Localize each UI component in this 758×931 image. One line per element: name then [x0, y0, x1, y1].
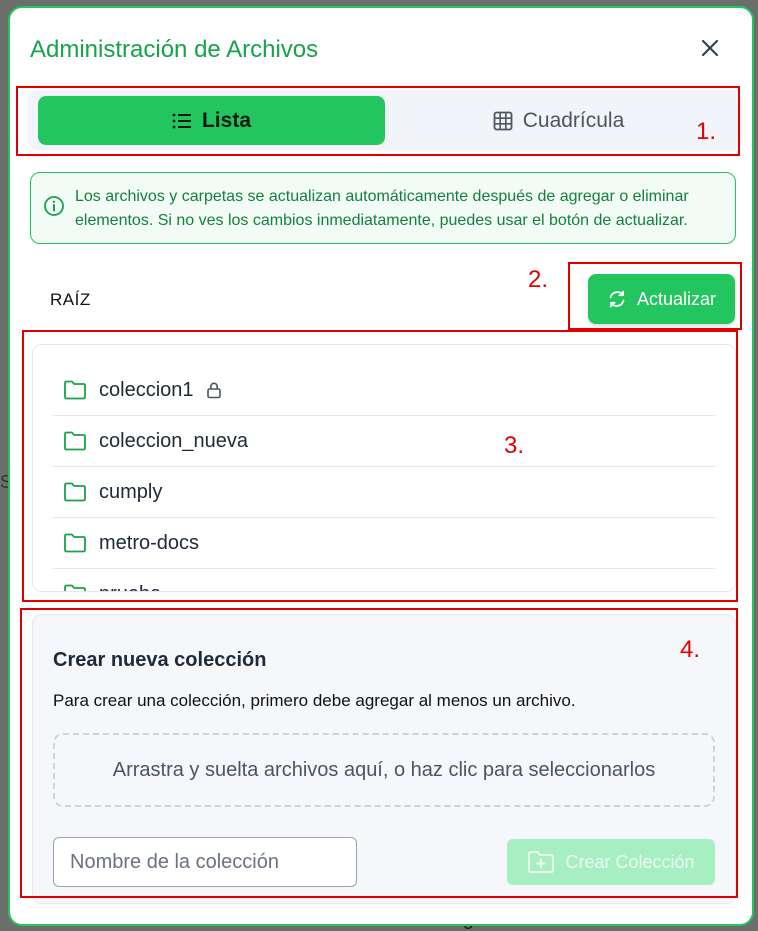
- folder-plus-icon: [528, 851, 555, 873]
- annotation-label: 4.: [680, 636, 701, 663]
- folder-icon: [64, 431, 86, 451]
- view-toggle: Lista Cuadrícula: [28, 90, 742, 150]
- list-item[interactable]: cumply: [53, 467, 715, 518]
- grid-view-button[interactable]: Cuadrícula: [385, 96, 732, 145]
- folder-icon: [64, 584, 86, 591]
- list-view-label: Lista: [201, 108, 251, 132]
- list-icon: [172, 113, 191, 128]
- create-collection-label: Crear Colección: [565, 851, 695, 872]
- refresh-button[interactable]: Actualizar: [588, 274, 735, 324]
- breadcrumb[interactable]: RAÍZ: [50, 290, 91, 310]
- refresh-label: Actualizar: [636, 288, 717, 309]
- folder-name: coleccion1: [99, 378, 194, 401]
- folder-name: cumply: [99, 480, 163, 503]
- list-item[interactable]: coleccion1: [53, 365, 715, 416]
- create-collection-description: Para crear una colección, primero debe a…: [53, 691, 576, 710]
- create-collection-button[interactable]: Crear Colección: [507, 839, 715, 885]
- list-item[interactable]: coleccion_nueva: [53, 416, 715, 467]
- modal-title: Administración de Archivos: [30, 36, 319, 63]
- list-item[interactable]: prueba: [53, 569, 715, 592]
- annotation-label: 3.: [504, 432, 525, 459]
- create-collection-panel: Crear nueva colección Para crear una col…: [32, 614, 736, 904]
- refresh-icon: [609, 290, 625, 308]
- folder-name: metro-docs: [99, 531, 200, 554]
- create-collection-title: Crear nueva colección: [53, 649, 267, 671]
- file-management-modal: Administración de Archivos Lista Cuadríc…: [8, 6, 754, 926]
- folder-name: prueba: [99, 583, 161, 592]
- file-list: coleccion1 coleccion_nueva cumply metro-…: [32, 344, 736, 592]
- info-notice: Los archivos y carpetas se actualizan au…: [30, 172, 736, 244]
- grid-icon: [493, 111, 513, 130]
- folder-name: coleccion_nueva: [99, 429, 248, 452]
- info-text: Los archivos y carpetas se actualizan au…: [75, 188, 689, 229]
- folder-icon: [64, 380, 86, 400]
- lock-icon: [206, 382, 221, 399]
- file-dropzone[interactable]: Arrastra y suelta archivos aquí, o haz c…: [53, 733, 715, 807]
- folder-icon: [64, 482, 86, 502]
- grid-view-label: Cuadrícula: [522, 108, 625, 132]
- info-icon: [44, 196, 64, 216]
- list-item[interactable]: metro-docs: [53, 518, 715, 569]
- collection-name-input[interactable]: [53, 837, 357, 887]
- close-icon[interactable]: [700, 38, 720, 58]
- annotation-label: 1.: [696, 118, 717, 145]
- close-button[interactable]: [698, 36, 722, 60]
- annotation-label: 2.: [528, 266, 549, 293]
- list-view-button[interactable]: Lista: [38, 96, 385, 145]
- folder-icon: [64, 533, 86, 553]
